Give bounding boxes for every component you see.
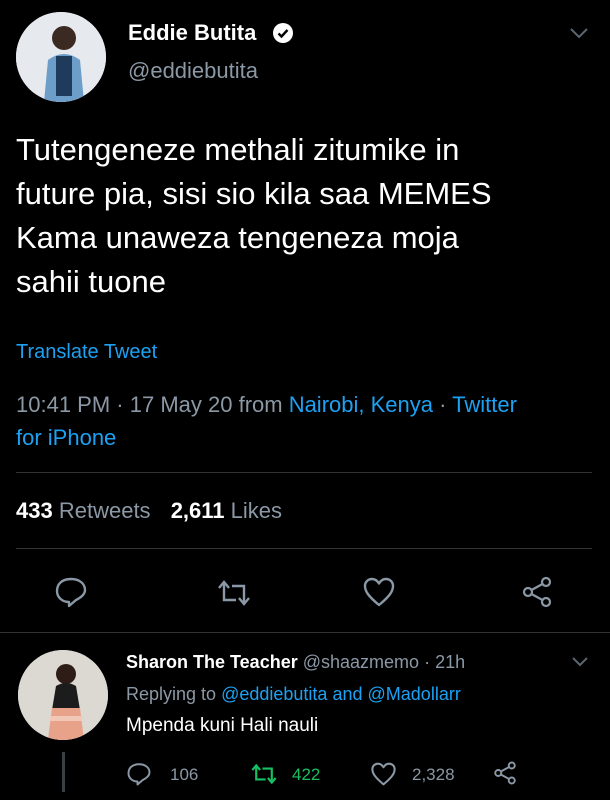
translate-tweet-link[interactable]: Translate Tweet xyxy=(16,340,157,364)
divider xyxy=(16,472,592,473)
reply-retweet-count: 422 xyxy=(292,765,321,784)
tweet-meta: 10:41 PM · 17 May 20 from Nairobi, Kenya… xyxy=(16,388,596,454)
chevron-down-icon[interactable] xyxy=(568,26,590,40)
mention-and: and xyxy=(332,684,363,704)
reply-author-avatar[interactable] xyxy=(18,650,108,740)
replying-to: Replying to @eddiebutita and @Madollarr xyxy=(126,682,461,706)
tweet-text-line: sahii tuone xyxy=(16,264,166,299)
reply-author-handle[interactable]: @shaazmemo xyxy=(303,652,419,672)
tweet-location-link[interactable]: Nairobi, Kenya xyxy=(289,392,433,417)
thread-line xyxy=(62,752,65,792)
reply-icon[interactable] xyxy=(54,576,88,608)
tweet-text: Tutengeneze methali zitumike in future p… xyxy=(16,128,596,304)
mention-link[interactable]: @eddiebutita xyxy=(221,684,327,704)
author-name[interactable]: Eddie Butita xyxy=(128,20,256,46)
author-avatar[interactable] xyxy=(16,12,106,102)
likes-stat[interactable]: 2,611 Likes xyxy=(171,498,282,523)
tweet-stats: 433 Retweets 2,611 Likes xyxy=(16,498,282,524)
reply-chevron-down-icon[interactable] xyxy=(570,656,590,668)
reply-like-icon[interactable] xyxy=(370,762,397,786)
likes-label: Likes xyxy=(230,498,283,523)
tweet-text-line: Tutengeneze methali zitumike in xyxy=(16,132,460,167)
reply-text: Mpenda kuni Hali nauli xyxy=(126,715,319,736)
tweet-text-line: future pia, sisi sio kila saa MEMES xyxy=(16,176,492,211)
source-separator: · xyxy=(433,392,453,417)
reply-retweet-icon[interactable] xyxy=(250,762,278,786)
retweet-icon[interactable] xyxy=(216,578,252,608)
like-icon[interactable] xyxy=(362,577,396,607)
mention-link[interactable]: @Madollarr xyxy=(368,684,461,704)
replying-prefix: Replying to xyxy=(126,684,217,704)
divider xyxy=(0,632,610,633)
divider xyxy=(16,548,592,549)
reply-share-icon[interactable] xyxy=(492,761,518,785)
tweet-time[interactable]: 10:41 PM xyxy=(16,392,110,417)
reply-header: Sharon The Teacher @shaazmemo · 21h xyxy=(126,650,465,674)
reply-time[interactable]: · 21h xyxy=(424,652,465,672)
retweets-stat[interactable]: 433 Retweets xyxy=(16,498,157,523)
retweets-count: 433 xyxy=(16,498,53,523)
reply-reply-count: 106 xyxy=(170,765,199,784)
tweet-source-link-cont[interactable]: for iPhone xyxy=(16,425,116,450)
reply-author-name[interactable]: Sharon The Teacher xyxy=(126,652,298,672)
author-handle[interactable]: @eddiebutita xyxy=(128,58,258,84)
reply-reply-icon[interactable] xyxy=(126,762,152,786)
share-icon[interactable] xyxy=(520,576,554,608)
likes-count: 2,611 xyxy=(170,498,225,523)
retweets-label: Retweets xyxy=(58,498,151,523)
reply-like-count: 2,328 xyxy=(412,765,455,784)
tweet-text-line: Kama unaweza tengeneza moja xyxy=(16,220,459,255)
tweet-date: · 17 May 20 from xyxy=(116,392,289,417)
verified-badge-icon xyxy=(272,22,294,44)
tweet-source-link[interactable]: Twitter xyxy=(452,392,517,417)
